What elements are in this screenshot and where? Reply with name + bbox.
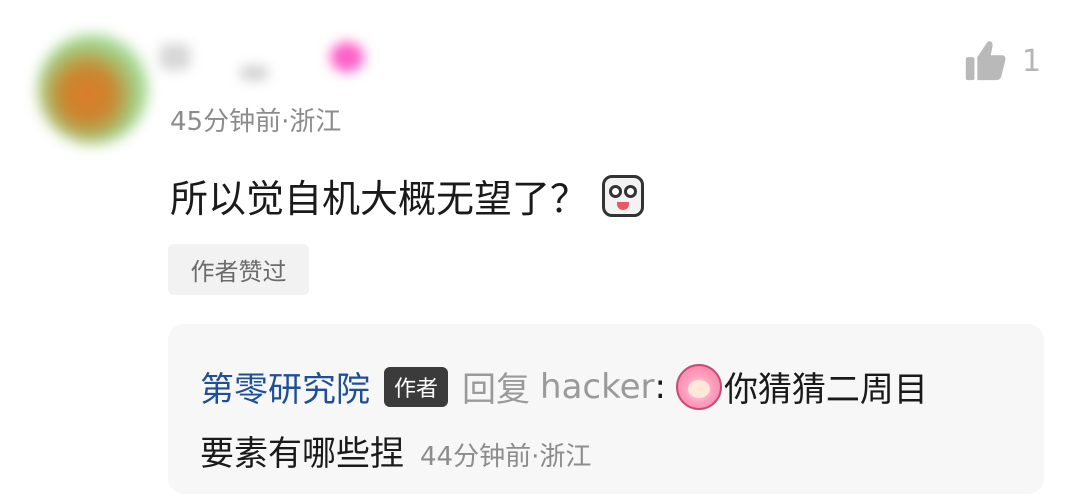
reply-author-link[interactable]: 第零研究院 bbox=[200, 362, 370, 411]
reply-text-line-1: 你猜猜二周目 bbox=[723, 370, 928, 410]
comment-body: 所以觉自机大概无望了？ bbox=[170, 177, 589, 221]
reply-meta: 44分钟前·浙江 bbox=[420, 442, 592, 472]
author-liked-tag: 作者赞过 bbox=[168, 244, 309, 295]
thumbs-up-icon bbox=[965, 41, 1006, 81]
reply-line-2: 要素有哪些捏 44分钟前·浙江 bbox=[200, 426, 591, 475]
reply-word: 回复 bbox=[462, 370, 531, 410]
reply-colon: : bbox=[654, 366, 666, 407]
like-count: 1 bbox=[1022, 43, 1042, 79]
comment-text: 所以觉自机大概无望了？ bbox=[170, 168, 645, 223]
reply-box[interactable]: 第零研究院 作者 回复 hacker : 你猜猜二周目 要素有哪些捏 44分钟前… bbox=[168, 324, 1044, 494]
username[interactable] bbox=[160, 40, 380, 80]
anime-girl-emoji-icon bbox=[675, 363, 722, 410]
author-badge: 作者 bbox=[384, 366, 449, 407]
reply-line-1: 第零研究院 作者 回复 hacker : 你猜猜二周目 bbox=[200, 362, 928, 411]
avatar[interactable] bbox=[38, 34, 148, 144]
reply-text-line-2: 要素有哪些捏 bbox=[200, 434, 404, 474]
like-button[interactable]: 1 bbox=[962, 38, 1041, 84]
comment-meta: 45分钟前·浙江 bbox=[170, 107, 342, 137]
reply-target-user-link[interactable]: hacker bbox=[540, 367, 654, 407]
surprised-face-emoji-icon bbox=[602, 174, 645, 217]
